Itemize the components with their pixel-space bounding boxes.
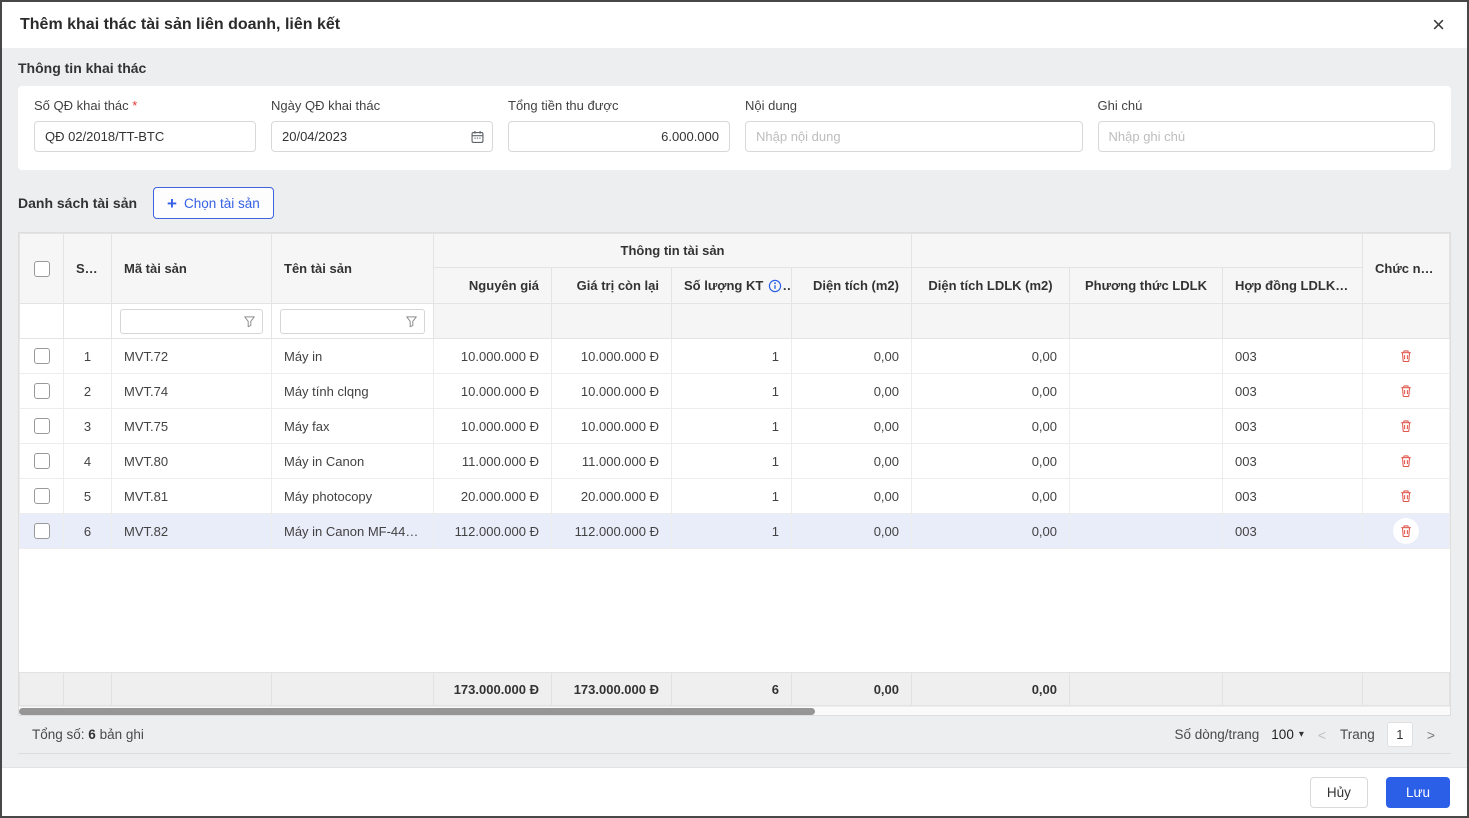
table-row: 1 MVT.72 Máy in 10.000.000 Đ 10.000.000 …: [19, 338, 1450, 374]
page-label: Trang: [1340, 727, 1375, 742]
save-button[interactable]: Lưu: [1385, 776, 1450, 808]
filter-ma-tai-san-input[interactable]: [127, 313, 239, 329]
summary-gia-tri-con-lai: 173.000.000 Đ: [551, 672, 672, 706]
select-all-checkbox[interactable]: [33, 260, 50, 277]
field-so-qd: Số QĐ khai thác *: [34, 98, 256, 152]
pagination: Số dòng/trang 100 ▾ < Trang 1 >: [1174, 722, 1437, 747]
field-noi-dung: Nội dung: [745, 98, 1083, 152]
col-header-dien-tich-ldlk: Diện tích LDLK (m2): [911, 267, 1070, 304]
delete-row-icon[interactable]: [1393, 378, 1419, 404]
delete-row-icon[interactable]: [1393, 343, 1419, 369]
dialog-footer: Hủy Lưu: [2, 767, 1467, 816]
tong-tien-label: Tổng tiền thu được: [508, 98, 619, 113]
filter-icon[interactable]: [405, 315, 418, 328]
row-checkbox[interactable]: [33, 523, 50, 540]
noi-dung-input[interactable]: [745, 121, 1083, 152]
ghi-chu-label: Ghi chú: [1097, 98, 1143, 113]
summary-dien-tich-ldlk: 0,00: [911, 672, 1070, 706]
info-icon[interactable]: [768, 279, 782, 293]
field-ngay-qd: Ngày QĐ khai thác: [271, 98, 493, 152]
delete-row-icon[interactable]: [1393, 448, 1419, 474]
cancel-button[interactable]: Hủy: [1309, 776, 1368, 808]
summary-row: 173.000.000 Đ 173.000.000 Đ 6 0,00 0,00: [19, 672, 1450, 706]
asset-list-title: Danh sách tài sản: [18, 195, 138, 211]
delete-row-icon[interactable]: [1393, 413, 1419, 439]
summary-nguyen-gia: 173.000.000 Đ: [433, 672, 552, 706]
summary-so-luong: 6: [671, 672, 792, 706]
ngay-qd-input[interactable]: [271, 121, 493, 152]
asset-table-grid: STT Mã tài sản Tên tài sản Thông tin tài…: [19, 233, 1450, 549]
asset-table: STT Mã tài sản Tên tài sản Thông tin tài…: [18, 232, 1451, 716]
col-header-stt: STT: [63, 233, 112, 304]
rows-per-page-select[interactable]: 100 ▾: [1271, 727, 1304, 742]
table-empty-area: [19, 549, 1450, 672]
calendar-icon[interactable]: [470, 129, 485, 144]
col-header-phuong-thuc-ldlk: Phương thức LDLK: [1069, 267, 1223, 304]
dialog-khai-thac-tai-san: Thêm khai thác tài sản liên doanh, liên …: [0, 0, 1469, 818]
record-count: Tổng số: 6 bản ghi: [32, 727, 144, 742]
ngay-qd-label: Ngày QĐ khai thác: [271, 98, 381, 113]
table-row: 3 MVT.75 Máy fax 10.000.000 Đ 10.000.000…: [19, 408, 1450, 444]
field-tong-tien: Tổng tiền thu được: [508, 98, 730, 152]
section-title-thong-tin: Thông tin khai thác: [18, 60, 147, 76]
so-qd-label: Số QĐ khai thác *: [34, 98, 138, 113]
group-header-thong-tin-tai-san: Thông tin tài sản: [433, 233, 912, 268]
table-row: 4 MVT.80 Máy in Canon 11.000.000 Đ 11.00…: [19, 443, 1450, 479]
row-checkbox[interactable]: [33, 453, 50, 470]
delete-row-icon[interactable]: [1393, 483, 1419, 509]
summary-dien-tich: 0,00: [791, 672, 912, 706]
noi-dung-label: Nội dung: [745, 98, 798, 113]
col-header-chuc-nang: Chức năng: [1362, 233, 1450, 304]
page-number-input[interactable]: 1: [1386, 722, 1413, 747]
col-header-hop-dong-ldlk: Hợp đồng LDLK (*): [1221, 267, 1364, 304]
row-checkbox[interactable]: [33, 383, 50, 400]
horizontal-scrollbar[interactable]: [19, 706, 1450, 715]
close-icon[interactable]: ×: [1428, 12, 1449, 38]
asset-list-header: Danh sách tài sản + Chọn tài sản: [18, 186, 1451, 220]
ghi-chu-input[interactable]: [1097, 121, 1435, 152]
dialog-header: Thêm khai thác tài sản liên doanh, liên …: [2, 2, 1467, 48]
required-asterisk: *: [132, 98, 138, 113]
table-footer-bar: Tổng số: 6 bản ghi Số dòng/trang 100 ▾ <…: [18, 716, 1451, 754]
chevron-left-icon[interactable]: <: [1316, 727, 1328, 743]
rows-per-page-label: Số dòng/trang: [1174, 727, 1260, 742]
filter-icon[interactable]: [243, 315, 256, 328]
delete-row-icon[interactable]: [1393, 518, 1419, 544]
row-checkbox[interactable]: [33, 348, 50, 365]
col-header-gia-tri-con-lai: Giá trị còn lại: [551, 267, 672, 304]
group-header-empty: [910, 233, 1364, 268]
table-row-selected: 6 MVT.82 Máy in Canon MF-445D... 112.000…: [19, 513, 1450, 549]
choose-assets-button[interactable]: + Chọn tài sản: [153, 187, 274, 219]
dialog-body: Thông tin khai thác Số QĐ khai thác * Ng…: [2, 48, 1467, 767]
filter-ten-tai-san-input[interactable]: [287, 313, 401, 329]
chevron-right-icon[interactable]: >: [1425, 727, 1437, 743]
col-header-so-luong-kt: Số lượng KT: [671, 267, 792, 304]
field-ghi-chu: Ghi chú: [1097, 98, 1435, 152]
row-checkbox[interactable]: [33, 418, 50, 435]
col-header-ten-tai-san: Tên tài sản: [271, 233, 434, 304]
table-row: 2 MVT.74 Máy tính clqng 10.000.000 Đ 10.…: [19, 373, 1450, 409]
horizontal-scrollbar-thumb[interactable]: [19, 708, 815, 715]
tong-tien-input[interactable]: [508, 121, 730, 152]
col-header-ma-tai-san: Mã tài sản: [111, 233, 272, 304]
col-header-dien-tich: Diện tích (m2): [791, 267, 912, 304]
col-header-nguyen-gia: Nguyên giá: [433, 267, 552, 304]
exploitation-info-form: Số QĐ khai thác * Ngày QĐ khai thác: [18, 86, 1451, 170]
dialog-title: Thêm khai thác tài sản liên doanh, liên …: [20, 16, 341, 33]
so-qd-input[interactable]: [34, 121, 256, 152]
caret-down-icon: ▾: [1298, 729, 1304, 740]
table-row: 5 MVT.81 Máy photocopy 20.000.000 Đ 20.0…: [19, 478, 1450, 514]
choose-assets-label: Chọn tài sản: [183, 195, 260, 211]
plus-icon: +: [167, 193, 177, 213]
row-checkbox[interactable]: [33, 488, 50, 505]
